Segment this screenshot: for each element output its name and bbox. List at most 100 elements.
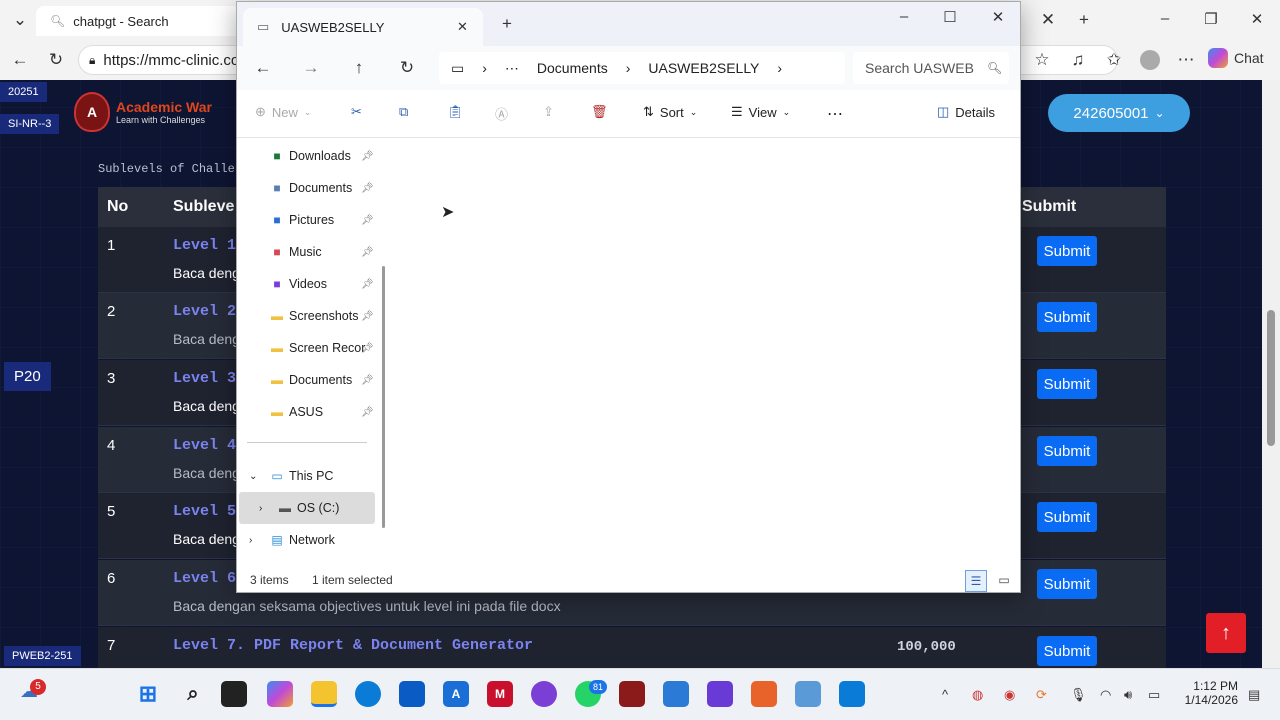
user-menu-button[interactable]: 242605001 ⌄: [1048, 94, 1190, 132]
start-icon[interactable]: ⊞: [135, 681, 161, 707]
submit-button[interactable]: Submit: [1037, 302, 1097, 332]
sync-icon[interactable]: ⟳: [1036, 687, 1047, 703]
pin-icon[interactable]: 📌︎: [361, 375, 374, 386]
microphone-icon[interactable]: 🎙︎: [1070, 687, 1087, 703]
paste-icon[interactable]: 📋︎: [447, 104, 464, 120]
breadcrumb-documents[interactable]: Documents: [537, 60, 608, 76]
details-button[interactable]: ◫ Details: [937, 104, 995, 120]
level-title[interactable]: Level 5: [173, 503, 236, 520]
winrar-icon[interactable]: [619, 681, 645, 707]
design-app-icon[interactable]: [707, 681, 733, 707]
forward-icon[interactable]: →: [299, 56, 323, 80]
edge-icon[interactable]: [355, 681, 381, 707]
search-input[interactable]: Search UASWEB: [865, 60, 974, 76]
back-icon[interactable]: ←: [251, 56, 275, 80]
nav-item[interactable]: ▬ Screenshots 📌︎: [237, 300, 385, 332]
level-title[interactable]: Level 2: [173, 303, 236, 320]
pin-icon[interactable]: 📌︎: [361, 407, 374, 418]
nav-scrollbar-thumb[interactable]: [382, 266, 385, 528]
nav-network[interactable]: › ▤ Network: [237, 524, 385, 556]
file-list-area[interactable]: ➤: [391, 138, 1020, 570]
level-title[interactable]: Level 1: [173, 237, 236, 254]
nav-item[interactable]: ■ Music 📌︎: [237, 236, 385, 268]
scroll-top-button[interactable]: ↑: [1206, 613, 1246, 653]
nav-item[interactable]: ■ Pictures 📌︎: [237, 204, 385, 236]
submit-button[interactable]: Submit: [1037, 436, 1097, 466]
restore-icon[interactable]: ❐: [1196, 10, 1226, 28]
level-title[interactable]: Level 4: [173, 437, 236, 454]
view-button[interactable]: ☰ View ⌄: [731, 104, 790, 120]
breadcrumb-current[interactable]: UASWEB2SELLY: [648, 60, 759, 76]
rename-icon[interactable]: Ⓐ: [495, 104, 508, 123]
new-tab-icon[interactable]: +: [495, 12, 519, 36]
nav-item[interactable]: ▬ Screen Recor 📌︎: [237, 332, 385, 364]
app-icon[interactable]: A: [443, 681, 469, 707]
mcafee-icon[interactable]: M: [487, 681, 513, 707]
clock[interactable]: 1:12 PM 1/14/2026: [1180, 679, 1238, 707]
level-title[interactable]: Level 7. PDF Report & Document Generator: [173, 637, 533, 654]
submit-button[interactable]: Submit: [1037, 569, 1097, 599]
submit-button[interactable]: Submit: [1037, 636, 1097, 666]
window-close-icon[interactable]: ✕: [983, 8, 1013, 26]
tray-app-icon[interactable]: ◍: [972, 687, 983, 703]
xampp-icon[interactable]: [751, 681, 777, 707]
nav-item[interactable]: ■ Documents 📌︎: [237, 172, 385, 204]
cut-icon[interactable]: ✂: [351, 104, 362, 120]
nav-os-c[interactable]: › ▬ OS (C:): [239, 492, 375, 524]
nav-item[interactable]: ■ Videos 📌︎: [237, 268, 385, 300]
profile-avatar[interactable]: [1138, 48, 1162, 72]
overflow-icon[interactable]: ⋯: [505, 60, 519, 77]
this-pc-icon[interactable]: ▭: [451, 60, 464, 77]
breadcrumb[interactable]: ▭ › ⋯ Documents › UASWEB2SELLY ›: [439, 52, 845, 84]
expand-chevron-icon[interactable]: ⌄: [249, 471, 257, 482]
pin-icon[interactable]: 📌︎: [361, 151, 374, 162]
pin-icon[interactable]: 📌︎: [361, 279, 374, 290]
battery-icon[interactable]: ▭: [1148, 687, 1160, 703]
refresh-icon[interactable]: ↻: [44, 48, 68, 72]
nav-item[interactable]: ▬ Documents 📌︎: [237, 364, 385, 396]
task-view-icon[interactable]: [221, 681, 247, 707]
sort-button[interactable]: ⇅ Sort ⌄: [643, 104, 697, 120]
show-hidden-icons-icon[interactable]: ^: [942, 687, 948, 702]
minimize-icon[interactable]: –: [1150, 10, 1180, 27]
details-view-icon[interactable]: ☰: [965, 570, 987, 592]
expand-chevron-icon[interactable]: ›: [259, 503, 262, 514]
search-box[interactable]: Search UASWEB 🔍︎: [853, 52, 1009, 84]
copy-icon[interactable]: ⧉: [399, 104, 408, 120]
more-icon[interactable]: ⋯: [1174, 48, 1198, 72]
mcafee-tray-icon[interactable]: ◉: [1004, 687, 1015, 703]
more-options-icon[interactable]: ⋯: [827, 104, 843, 124]
wifi-icon[interactable]: ◠: [1100, 687, 1111, 703]
copilot-icon[interactable]: [267, 681, 293, 707]
nav-item[interactable]: ■ Downloads 📌︎: [237, 140, 385, 172]
tiles-view-icon[interactable]: ▭: [993, 570, 1015, 592]
favorite-star-icon[interactable]: ☆: [1030, 48, 1054, 72]
volume-icon[interactable]: 🔊︎: [1124, 687, 1132, 703]
pin-icon[interactable]: 📌︎: [361, 247, 374, 258]
close-tab-icon[interactable]: ✕: [1036, 8, 1060, 32]
search-icon[interactable]: ⌕: [180, 681, 206, 707]
pin-icon[interactable]: 📌︎: [361, 343, 374, 354]
back-icon[interactable]: ←: [8, 48, 32, 72]
delete-icon[interactable]: 🗑︎: [591, 104, 608, 120]
tab-list-icon[interactable]: ⌄: [8, 8, 32, 32]
submit-button[interactable]: Submit: [1037, 236, 1097, 266]
submit-button[interactable]: Submit: [1037, 502, 1097, 532]
favorites-icon[interactable]: ✩: [1102, 48, 1126, 72]
expand-chevron-icon[interactable]: ›: [249, 535, 252, 546]
nav-this-pc[interactable]: ⌄ ▭ This PC: [237, 460, 385, 492]
browser-app-icon[interactable]: [531, 681, 557, 707]
pin-icon[interactable]: 📌︎: [361, 183, 374, 194]
close-tab-icon[interactable]: ✕: [457, 19, 468, 35]
new-tab-icon[interactable]: +: [1072, 8, 1096, 32]
maximize-icon[interactable]: ☐: [935, 8, 965, 26]
notifications-icon[interactable]: ▤: [1248, 687, 1260, 703]
level-title[interactable]: Level 6: [173, 570, 236, 587]
share-icon[interactable]: ⇪: [543, 104, 554, 120]
extensions-icon[interactable]: ♫: [1066, 48, 1090, 72]
minimize-icon[interactable]: –: [889, 8, 919, 25]
pin-icon[interactable]: 📌︎: [361, 311, 374, 322]
site-logo[interactable]: A Academic War Learn with Challenges: [74, 92, 212, 132]
page-scrollbar[interactable]: [1262, 80, 1280, 668]
new-button[interactable]: ⊕ New ⌄: [255, 104, 311, 120]
